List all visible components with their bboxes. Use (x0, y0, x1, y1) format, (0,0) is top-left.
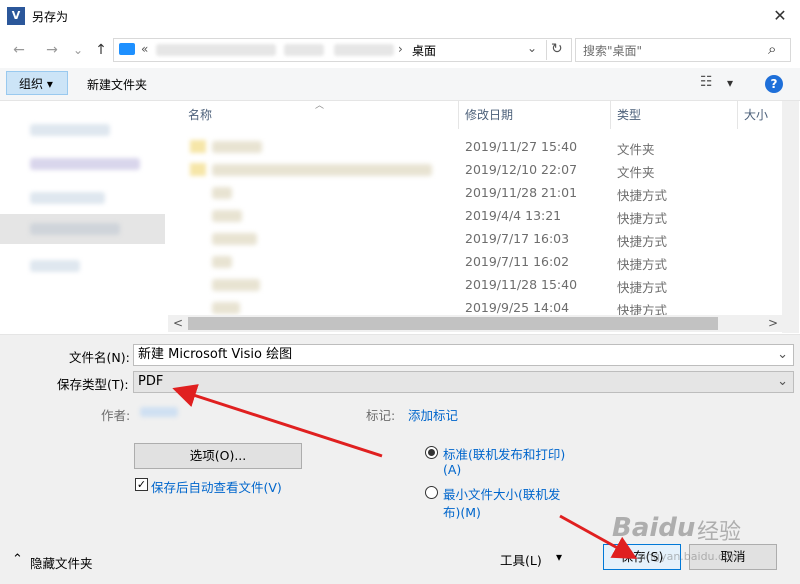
arrow-to-filetype (172, 384, 383, 458)
arrow-to-save (559, 514, 638, 559)
annotation-arrows (172, 384, 638, 559)
